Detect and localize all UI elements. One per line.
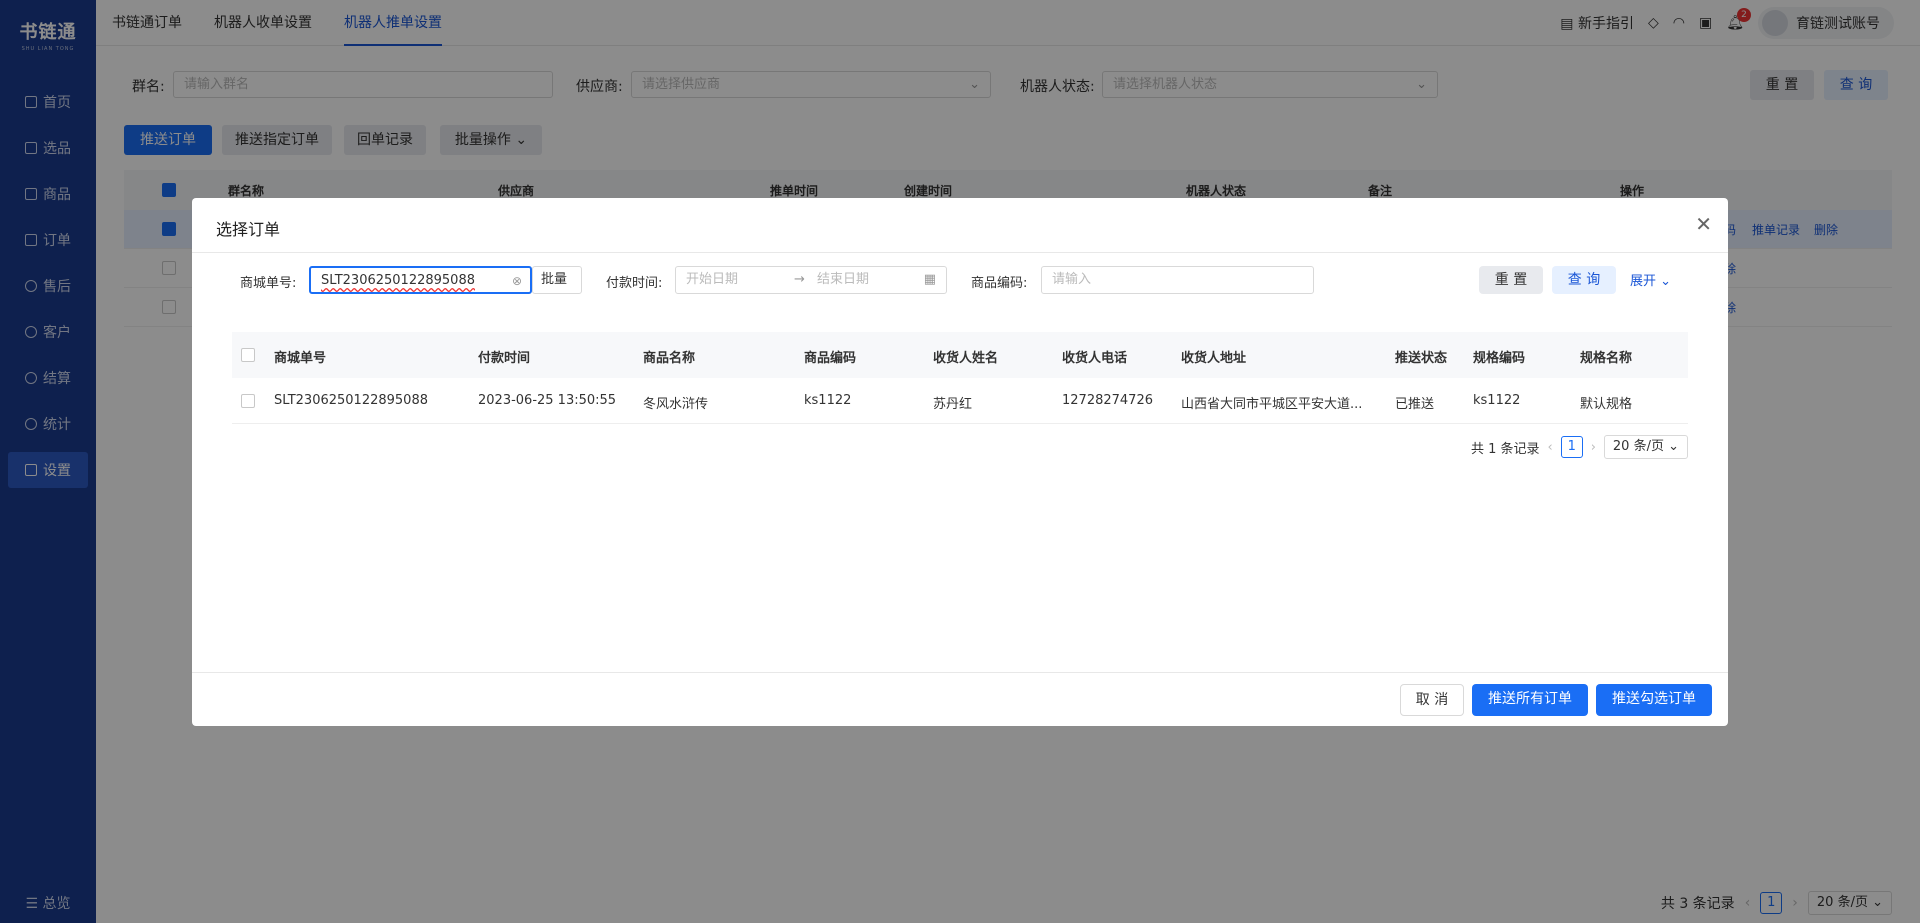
receiver-address-cell: 山西省大同市平城区平安大道... — [1181, 397, 1363, 412]
pay-date-range[interactable]: 开始日期 → 结束日期 ▦ — [675, 266, 947, 294]
pay-time-label: 付款时间: — [606, 276, 663, 291]
product-code-input[interactable]: 请输入 — [1041, 266, 1314, 294]
push-all-orders-button[interactable]: 推送所有订单 — [1472, 684, 1588, 716]
product-name-cell: 冬风水浒传 — [643, 397, 709, 412]
column-header: 收货人姓名 — [933, 351, 999, 366]
total-records: 共 1 条记录 — [1470, 441, 1540, 457]
expand-label: 展开 — [1630, 274, 1657, 289]
modal-reset-button[interactable]: 重 置 — [1479, 266, 1543, 294]
product-code-cell: ks1122 — [804, 393, 852, 408]
arrow-right-icon: → — [794, 272, 805, 287]
spec-code-cell: ks1122 — [1473, 393, 1521, 408]
push-status-cell: 已推送 — [1395, 397, 1435, 412]
column-header: 规格编码 — [1473, 351, 1526, 366]
expand-toggle[interactable]: 展开 ⌄ — [1630, 270, 1671, 289]
end-date-placeholder: 结束日期 — [817, 272, 870, 287]
chevron-right-icon[interactable]: › — [1591, 440, 1596, 455]
column-header: 收货人地址 — [1181, 351, 1247, 366]
receiver-phone-cell: 12728274726 — [1062, 393, 1153, 408]
order-table-header: 商城单号 付款时间 商品名称 商品编码 收货人姓名 收货人电话 收货人地址 推送… — [232, 332, 1688, 378]
order-no-value: SLT2306250122895088 — [321, 273, 475, 288]
column-header: 商品名称 — [643, 351, 696, 366]
select-order-modal: 选择订单 ✕ 商城单号: SLT2306250122895088 ⊗ 批量 付款… — [192, 198, 1728, 726]
push-checked-orders-button[interactable]: 推送勾选订单 — [1596, 684, 1712, 716]
batch-button[interactable]: 批量 — [532, 266, 582, 294]
column-header: 推送状态 — [1395, 351, 1448, 366]
close-icon[interactable]: ✕ — [1695, 212, 1712, 236]
modal-query-button[interactable]: 查 询 — [1552, 266, 1616, 294]
order-no-label: 商城单号: — [240, 276, 297, 291]
row-checkbox[interactable] — [241, 394, 255, 408]
start-date-placeholder: 开始日期 — [686, 272, 739, 287]
column-header: 收货人电话 — [1062, 351, 1128, 366]
receiver-name-cell: 苏丹红 — [933, 397, 973, 412]
page-size-select[interactable]: 20 条/页 ⌄ — [1603, 435, 1688, 459]
divider — [192, 672, 1728, 673]
clear-icon[interactable]: ⊗ — [512, 268, 522, 294]
column-header: 商品编码 — [804, 351, 857, 366]
page-number[interactable]: 1 — [1560, 436, 1583, 458]
order-no-input[interactable]: SLT2306250122895088 ⊗ — [309, 266, 532, 294]
chevron-left-icon[interactable]: ‹ — [1548, 440, 1553, 455]
spec-name-cell: 默认规格 — [1580, 397, 1633, 412]
order-no-cell: SLT2306250122895088 — [274, 393, 428, 408]
modal-title: 选择订单 — [216, 220, 281, 239]
table-row: SLT2306250122895088 2023-06-25 13:50:55 … — [232, 378, 1688, 424]
chevron-down-icon: ⌄ — [1660, 274, 1672, 289]
modal-pagination: 共 1 条记录 ‹ 1 › 20 条/页 ⌄ — [1471, 435, 1688, 459]
page-size-label: 20 条/页 — [1612, 439, 1664, 454]
product-code-label: 商品编码: — [971, 276, 1028, 291]
cancel-button[interactable]: 取 消 — [1400, 684, 1464, 716]
divider — [192, 252, 1728, 253]
calendar-icon: ▦ — [923, 272, 936, 287]
pay-time-cell: 2023-06-25 13:50:55 — [478, 393, 617, 408]
column-header: 规格名称 — [1580, 351, 1633, 366]
select-all-checkbox[interactable] — [241, 348, 255, 362]
column-header: 付款时间 — [478, 351, 531, 366]
column-header: 商城单号 — [274, 351, 327, 366]
